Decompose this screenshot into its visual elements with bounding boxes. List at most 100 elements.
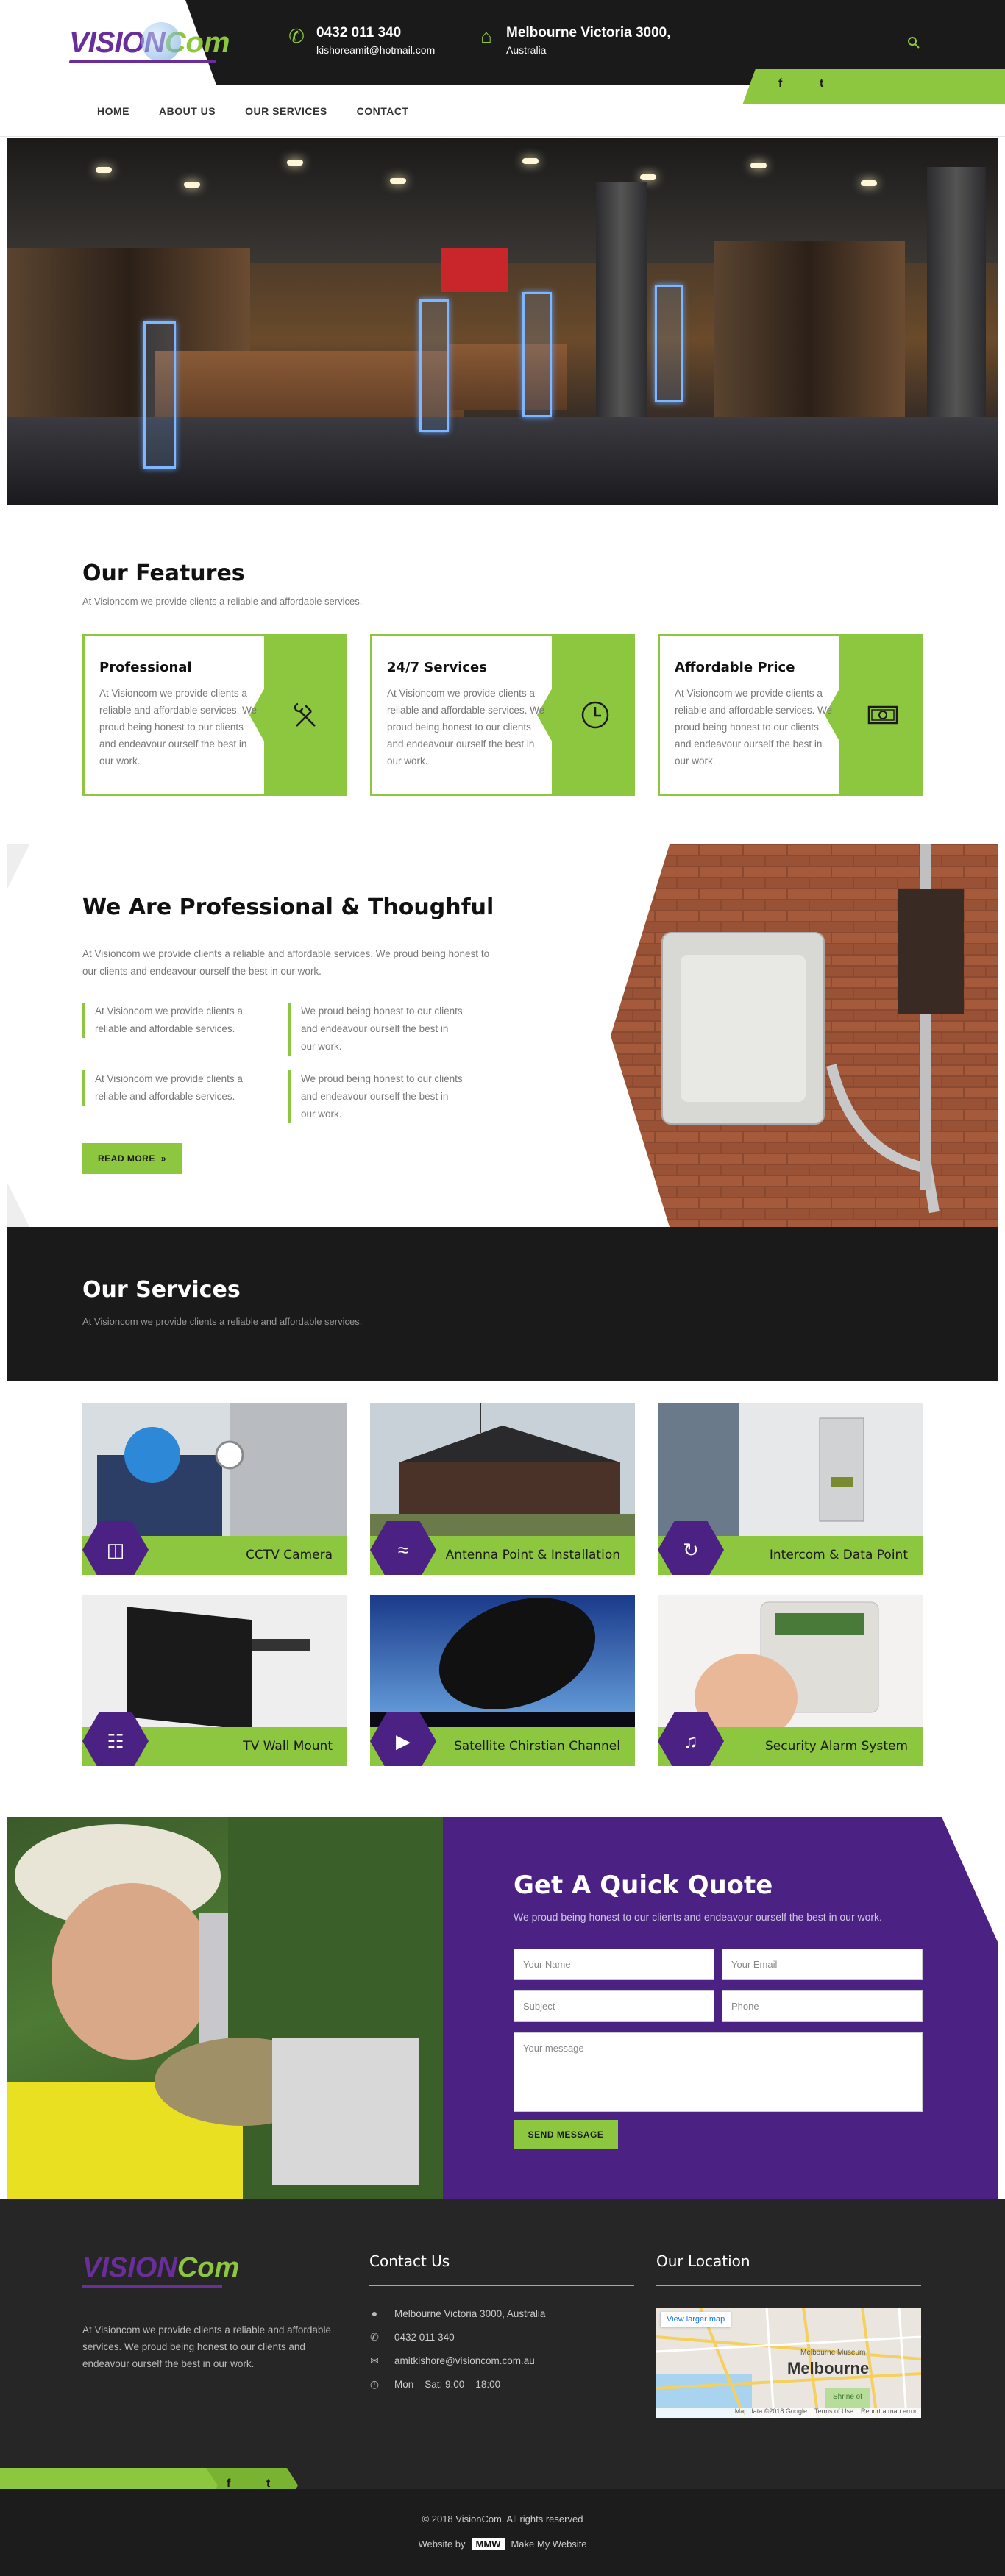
location-map[interactable]: View larger map Melbourne Melbourne Muse…: [656, 2308, 921, 2418]
footer-hours-text: Mon – Sat: 9:00 – 18:00: [394, 2379, 501, 2390]
website-credit: Website by MMW Make My Website: [0, 2538, 1005, 2550]
view-larger-map-link[interactable]: View larger map: [661, 2312, 731, 2327]
read-more-button[interactable]: READ MORE »: [82, 1143, 182, 1174]
wall-device-photo: [611, 844, 998, 1227]
quote-title: Get A Quick Quote: [514, 1871, 773, 1900]
footer-location-title: Our Location: [656, 2252, 750, 2270]
pillar: [596, 182, 647, 432]
map-terms-link[interactable]: Terms of Use: [814, 2408, 853, 2418]
send-message-button[interactable]: SEND MESSAGE: [514, 2120, 618, 2149]
nav-divider: [0, 136, 1005, 137]
professional-point: We proud being honest to our clients and…: [288, 1003, 465, 1056]
services-subtitle: At Visioncom we provide clients a reliab…: [82, 1316, 363, 1327]
service-card-satellite[interactable]: ▶ Satellite Chirstian Channel: [370, 1595, 635, 1766]
section-edge-decoration: [7, 844, 29, 1227]
header-social-bar: [758, 69, 1005, 104]
name-field[interactable]: Your Name: [514, 1949, 714, 1980]
security-gate: [419, 299, 449, 432]
pillar: [927, 167, 986, 439]
service-card-cctv[interactable]: ◫ CCTV Camera: [82, 1403, 347, 1575]
footer-address-text: Melbourne Victoria 3000, Australia: [394, 2308, 546, 2319]
clock-icon: [581, 701, 609, 729]
feature-text: At Visioncom we provide clients a reliab…: [387, 688, 545, 766]
service-card-alarm[interactable]: ♫ Security Alarm System: [658, 1595, 923, 1766]
phone-field[interactable]: Phone: [722, 1990, 923, 2022]
map-credit: Map data ©2018 Google: [734, 2408, 807, 2415]
map-report-link[interactable]: Report a map error: [861, 2408, 917, 2418]
services-header-band: [7, 1227, 998, 1381]
ceiling-light: [640, 174, 656, 180]
feature-title: Affordable Price: [675, 660, 795, 675]
service-image: [370, 1403, 635, 1536]
nav-contact[interactable]: CONTACT: [342, 99, 424, 137]
footer-email[interactable]: ✉ amitkishore@visioncom.com.au: [369, 2355, 535, 2367]
map-marker-icon: ●: [371, 2308, 378, 2319]
service-image: [82, 1595, 347, 1727]
twitter-icon[interactable]: t: [820, 77, 823, 90]
quote-panel-edge: [942, 1817, 998, 1942]
email-field[interactable]: Your Email: [722, 1949, 923, 1980]
logo-text-vision: VISION: [82, 2252, 177, 2283]
header-address-line: Melbourne Victoria 3000,: [506, 25, 671, 40]
service-image: [82, 1403, 347, 1536]
tools-icon: [294, 702, 316, 727]
footer-contact-title: Contact Us: [369, 2252, 450, 2270]
service-label: Security Alarm System: [764, 1739, 908, 1754]
logo-swoosh: [69, 60, 216, 63]
envelope-icon: ✉: [370, 2355, 379, 2366]
ceiling-light: [184, 182, 200, 188]
service-card-intercom[interactable]: ↻ Intercom & Data Point: [658, 1403, 923, 1575]
map-attribution: Map data ©2018 Google Terms of Use Repor…: [656, 2408, 921, 2418]
ceiling-light: [287, 160, 303, 166]
phone-icon: ✆: [370, 2331, 379, 2343]
service-image: [658, 1595, 923, 1727]
security-gate: [143, 321, 176, 469]
maker-name[interactable]: Make My Website: [511, 2538, 586, 2550]
header-address: ⌂ Melbourne Victoria 3000, Australia: [475, 25, 671, 56]
chevron-right-icon: »: [160, 1153, 167, 1164]
professional-title: We Are Professional & Thoughful: [82, 894, 494, 920]
footer-email-text: amitkishore@visioncom.com.au: [394, 2355, 535, 2366]
phone-icon: ✆: [288, 25, 305, 47]
message-field[interactable]: Your message: [514, 2032, 923, 2112]
nav-our-services[interactable]: OUR SERVICES: [230, 99, 342, 137]
make-my-website-logo[interactable]: MMW: [471, 2538, 505, 2550]
footer-address: ● Melbourne Victoria 3000, Australia: [369, 2308, 546, 2319]
service-image: [658, 1403, 923, 1536]
feature-text: At Visioncom we provide clients a reliab…: [675, 688, 833, 766]
security-gate: [655, 285, 683, 402]
ceiling-light: [861, 180, 877, 186]
footer-title-underline: [369, 2285, 634, 2286]
header-phone[interactable]: ✆ 0432 011 340 kishoreamit@hotmail.com: [285, 25, 435, 56]
technician-photo: [7, 1817, 443, 2199]
nav-about-us[interactable]: ABOUT US: [144, 99, 230, 137]
feature-title: Professional: [99, 660, 192, 675]
service-card-antenna[interactable]: ≈ Antenna Point & Installation: [370, 1403, 635, 1575]
service-label: Satellite Chirstian Channel: [453, 1739, 620, 1754]
ceiling-light: [522, 158, 539, 164]
feature-text: At Visioncom we provide clients a reliab…: [99, 688, 258, 766]
read-more-label: READ MORE: [97, 1153, 155, 1164]
service-image: [370, 1595, 635, 1727]
quote-subtitle: We proud being honest to our clients and…: [514, 1911, 882, 1923]
hero-image: [7, 138, 998, 505]
map-poi-label: Shrine of: [833, 2393, 863, 2401]
map-city-label: Melbourne: [787, 2359, 870, 2377]
footer-logo[interactable]: VISIONCom: [82, 2252, 239, 2288]
services-title: Our Services: [82, 1277, 241, 1303]
drinks-sign: [441, 248, 508, 292]
search-icon[interactable]: [906, 35, 921, 50]
header-email[interactable]: kishoreamit@hotmail.com: [316, 44, 435, 56]
site-logo[interactable]: VISIONCom: [69, 13, 230, 72]
nav-home[interactable]: HOME: [82, 99, 144, 150]
feature-card-price: Affordable Price At Visioncom we provide…: [658, 634, 923, 796]
globe-icon: [141, 21, 181, 62]
footer-phone[interactable]: ✆ 0432 011 340: [369, 2331, 454, 2344]
professional-point: At Visioncom we provide clients a reliab…: [82, 1003, 259, 1038]
service-card-tv-mount[interactable]: ☷ TV Wall Mount: [82, 1595, 347, 1766]
subject-field[interactable]: Subject: [514, 1990, 714, 2022]
ceiling-light: [390, 178, 406, 184]
footer-bottom: [0, 2489, 1005, 2576]
technician-illustration: [7, 1817, 443, 2199]
facebook-icon[interactable]: f: [778, 77, 782, 90]
